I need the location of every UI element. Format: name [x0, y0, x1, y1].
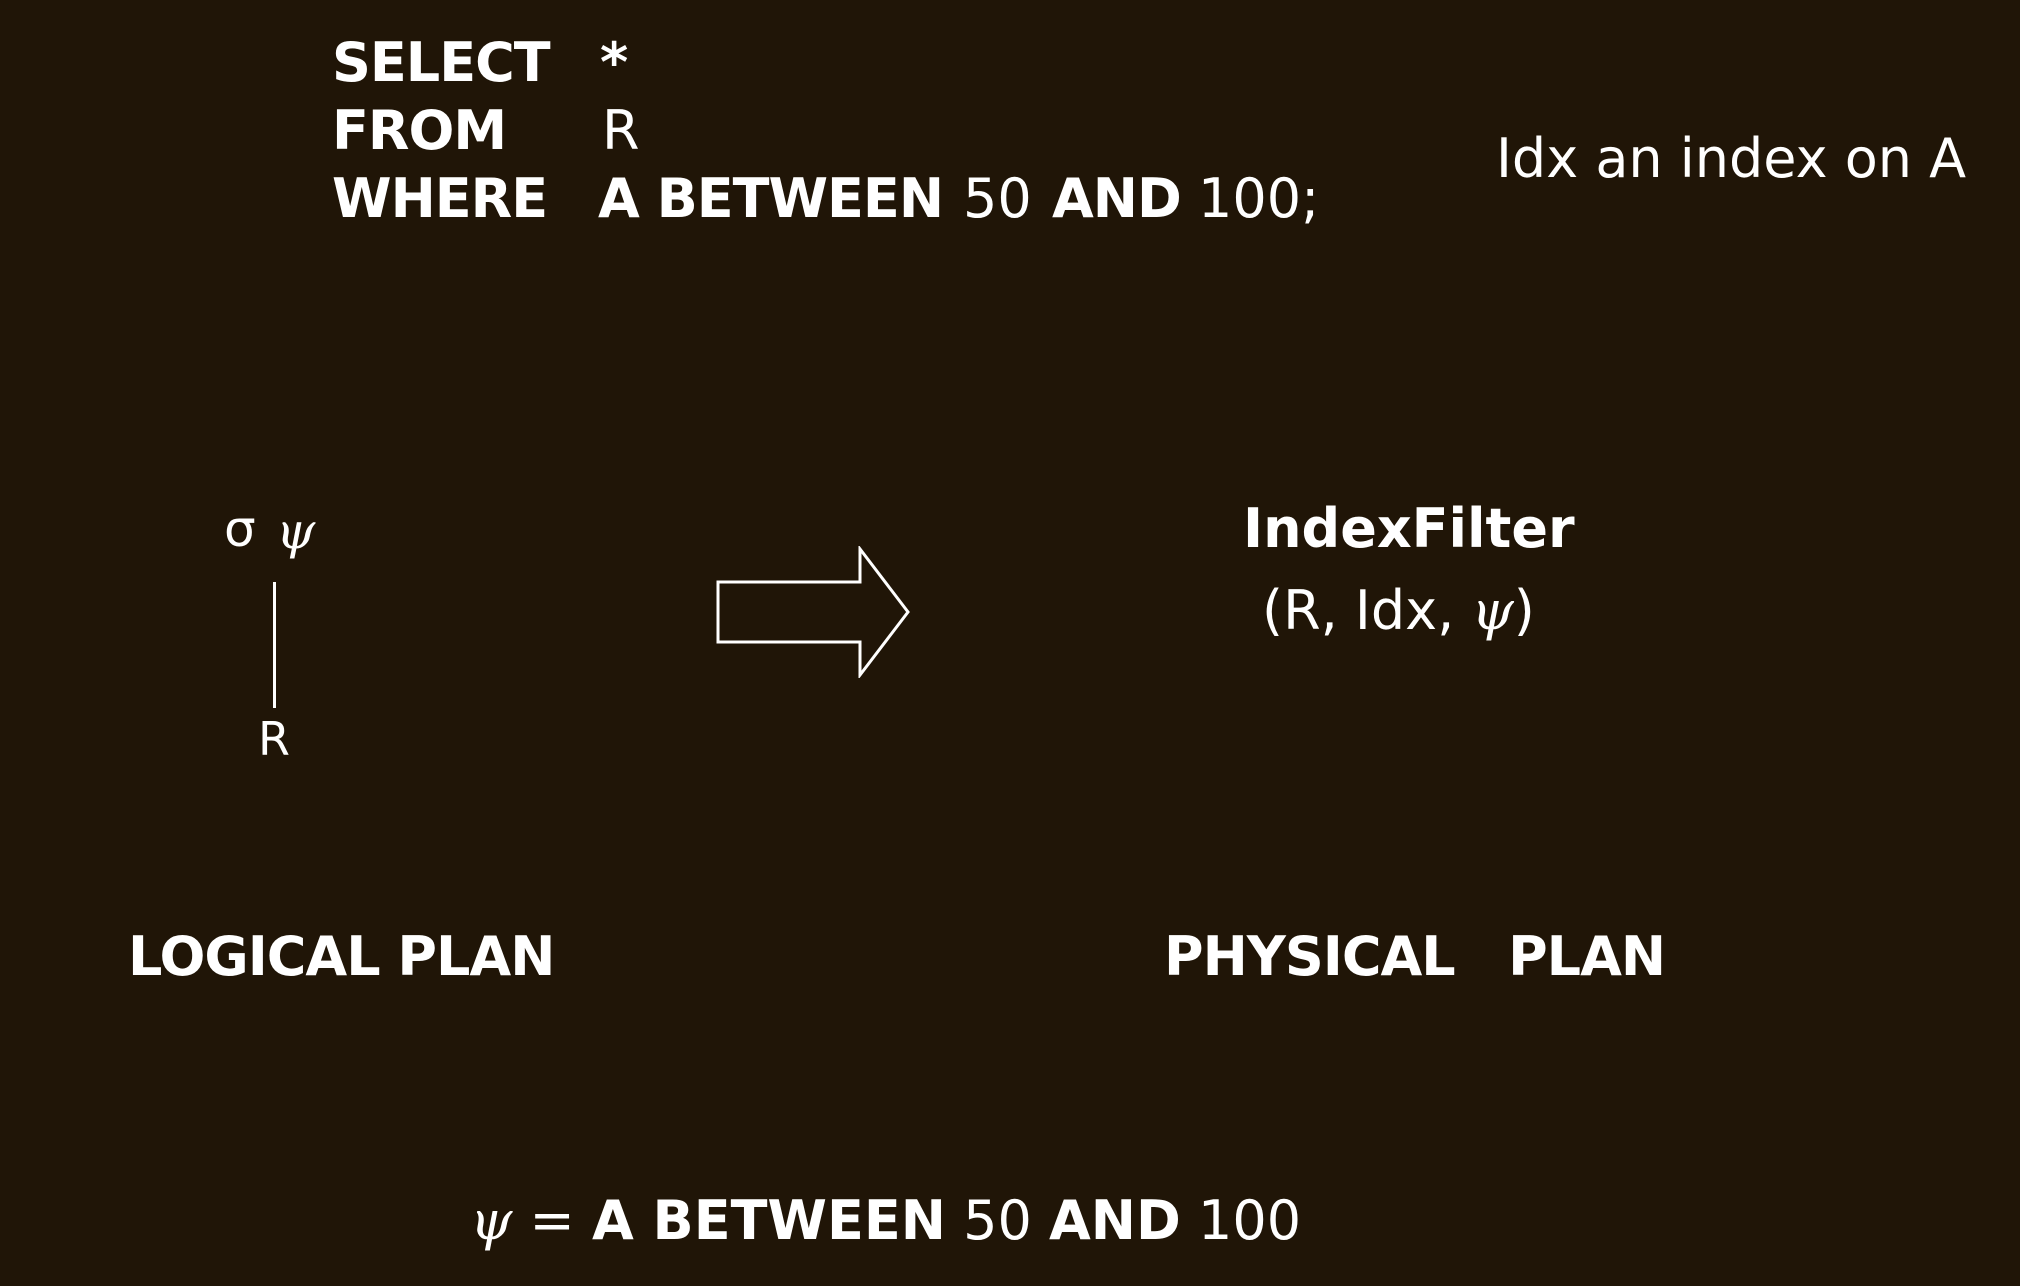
slide: SELECT * FROM R WHERE A BETWEEN 50 AND 1… — [0, 0, 2020, 1286]
where-argument-b: 50 — [963, 167, 1032, 230]
logical-relation: R — [258, 712, 290, 766]
definition-c: AND — [1049, 1189, 1181, 1252]
predicate-definition: ψ = A BETWEEN 50 AND 100 — [470, 1194, 1301, 1248]
physical-args-psi: ψ — [1471, 579, 1514, 642]
from-argument: R — [602, 99, 640, 162]
definition-a: A BETWEEN — [591, 1189, 946, 1252]
select-keyword: SELECT — [332, 31, 551, 94]
sigma-predicate-psi: ψ — [276, 502, 316, 560]
physical-args-open: (R, Idx, — [1262, 579, 1472, 642]
physical-operator: IndexFilter — [1243, 497, 1575, 560]
logical-plan-label: LOGICAL PLAN — [128, 925, 555, 988]
index-note: Idx an index on A — [1496, 127, 1967, 190]
definition-d: 100 — [1198, 1189, 1302, 1252]
select-argument: * — [600, 31, 628, 94]
where-argument-d: 100; — [1198, 167, 1320, 230]
where-argument-a: A BETWEEN — [598, 167, 944, 230]
definition-b: 50 — [963, 1189, 1032, 1252]
physical-args-close: ) — [1513, 579, 1535, 642]
transform-arrow-icon — [716, 546, 910, 678]
where-argument-c: AND — [1052, 167, 1182, 230]
physical-operator-args: (R, Idx, ψ) — [1262, 584, 1535, 638]
where-keyword: WHERE — [332, 167, 548, 230]
physical-plan-label: PHYSICAL PLAN — [1164, 925, 1666, 988]
from-keyword: FROM — [332, 99, 507, 162]
definition-equals: = — [512, 1189, 592, 1252]
definition-psi: ψ — [470, 1189, 513, 1252]
sigma-operator: σ — [224, 500, 256, 558]
tree-edge — [273, 582, 276, 708]
